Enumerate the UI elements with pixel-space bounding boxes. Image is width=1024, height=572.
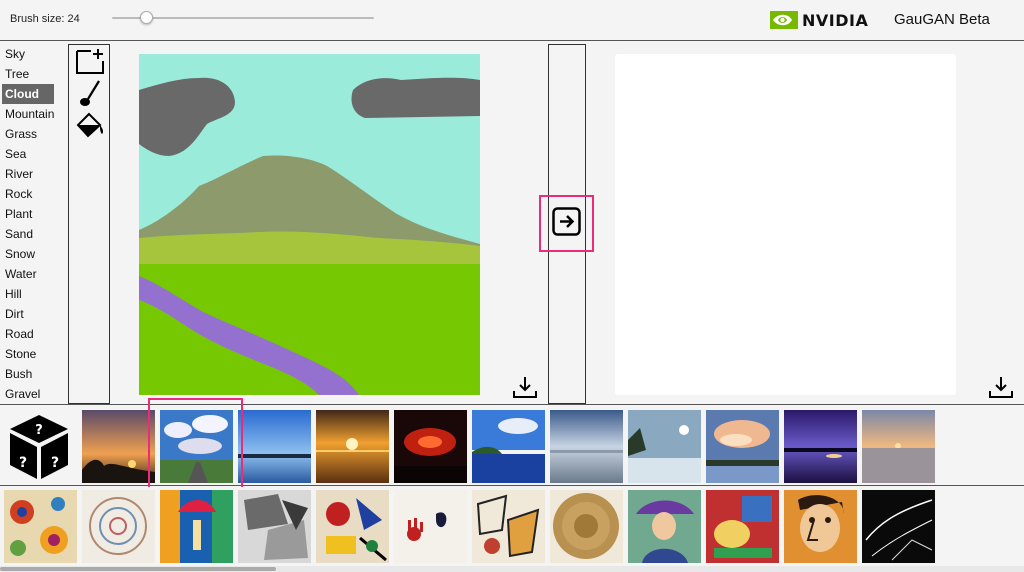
svg-text:?: ? (51, 455, 59, 471)
style-thumb-woman-hat[interactable] (628, 490, 701, 563)
style-thumb-orange-sunset-sea[interactable] (316, 410, 389, 483)
label-gravel[interactable]: Gravel (0, 384, 62, 404)
label-sea[interactable]: Sea (0, 144, 62, 164)
convert-button-highlight (539, 195, 594, 252)
app-title: GauGAN Beta (894, 11, 990, 28)
label-dirt[interactable]: Dirt (0, 304, 62, 324)
style-thumb-abstract-sketch[interactable] (472, 490, 545, 563)
label-hill[interactable]: Hill (0, 284, 62, 304)
toolbox (68, 44, 110, 404)
brush-size-slider-thumb[interactable] (140, 11, 153, 24)
nvidia-eye-icon (770, 11, 798, 29)
brush-icon[interactable] (73, 79, 106, 107)
style-thumb-hand-print[interactable] (394, 490, 467, 563)
horizontal-scrollbar[interactable] (0, 566, 1024, 572)
selected-style-highlight (148, 398, 243, 492)
label-cloud[interactable]: Cloud (2, 84, 54, 104)
label-plant[interactable]: Plant (0, 204, 62, 224)
style-thumb-cubist-grey[interactable] (238, 490, 311, 563)
label-rock[interactable]: Rock (0, 184, 62, 204)
style-thumb-sunset-tree[interactable] (82, 410, 155, 483)
style-thumb-seaside-sky[interactable] (238, 410, 311, 483)
nvidia-logo: NVIDIA (770, 9, 870, 31)
style-thumb-colorful-flowers[interactable] (4, 490, 77, 563)
new-canvas-icon[interactable] (73, 47, 106, 75)
style-thumb-blue-coast[interactable] (472, 410, 545, 483)
segmentation-canvas[interactable] (139, 54, 480, 395)
label-grass[interactable]: Grass (0, 124, 62, 144)
style-thumb-kandinsky-abstract[interactable] (316, 490, 389, 563)
segmentation-drawing (139, 54, 480, 395)
label-bush[interactable]: Bush (0, 364, 62, 384)
style-thumb-golden-disc[interactable] (550, 490, 623, 563)
label-snow[interactable]: Snow (0, 244, 62, 264)
scrollbar-thumb[interactable] (0, 567, 276, 571)
label-road[interactable]: Road (0, 324, 62, 344)
svg-text:?: ? (35, 423, 43, 438)
style-thumb-umbrella-painting[interactable] (160, 490, 233, 563)
label-sky[interactable]: Sky (0, 44, 62, 64)
nvidia-wordmark: NVIDIA (802, 10, 869, 30)
style-strip-paintings (0, 487, 1024, 567)
style-thumb-swirl-drawing[interactable] (82, 490, 155, 563)
label-list: Sky Tree Cloud Mountain Grass Sea River … (0, 44, 62, 404)
label-river[interactable]: River (0, 164, 62, 184)
top-bar: Brush size: 24 NVIDIA GauGAN Beta (0, 0, 1024, 41)
label-sand[interactable]: Sand (0, 224, 62, 244)
label-tree[interactable]: Tree (0, 64, 62, 84)
style-thumb-beach-sunset[interactable] (862, 410, 935, 483)
output-image-canvas (615, 54, 956, 395)
brush-size-label: Brush size: 24 (10, 13, 80, 25)
download-output-icon[interactable] (988, 375, 1014, 399)
style-thumb-matisse-interior[interactable] (706, 490, 779, 563)
download-segmentation-icon[interactable] (512, 375, 538, 399)
style-thumb-picasso-portrait[interactable] (784, 490, 857, 563)
style-thumb-black-lines[interactable] (862, 490, 935, 563)
style-thumb-dusk-lake[interactable] (784, 410, 857, 483)
label-mountain[interactable]: Mountain (0, 104, 62, 124)
label-water[interactable]: Water (0, 264, 62, 284)
label-stone[interactable]: Stone (0, 344, 62, 364)
random-style-dice-icon[interactable]: ? ? ? (6, 411, 72, 481)
style-thumb-pink-clouds-lake[interactable] (706, 410, 779, 483)
paint-bucket-icon[interactable] (73, 111, 106, 139)
style-thumb-red-sky[interactable] (394, 410, 467, 483)
style-thumb-grey-beach[interactable] (550, 410, 623, 483)
svg-text:?: ? (19, 455, 27, 471)
style-thumb-frosty-shore[interactable] (628, 410, 701, 483)
cloud-region-right (351, 77, 480, 118)
